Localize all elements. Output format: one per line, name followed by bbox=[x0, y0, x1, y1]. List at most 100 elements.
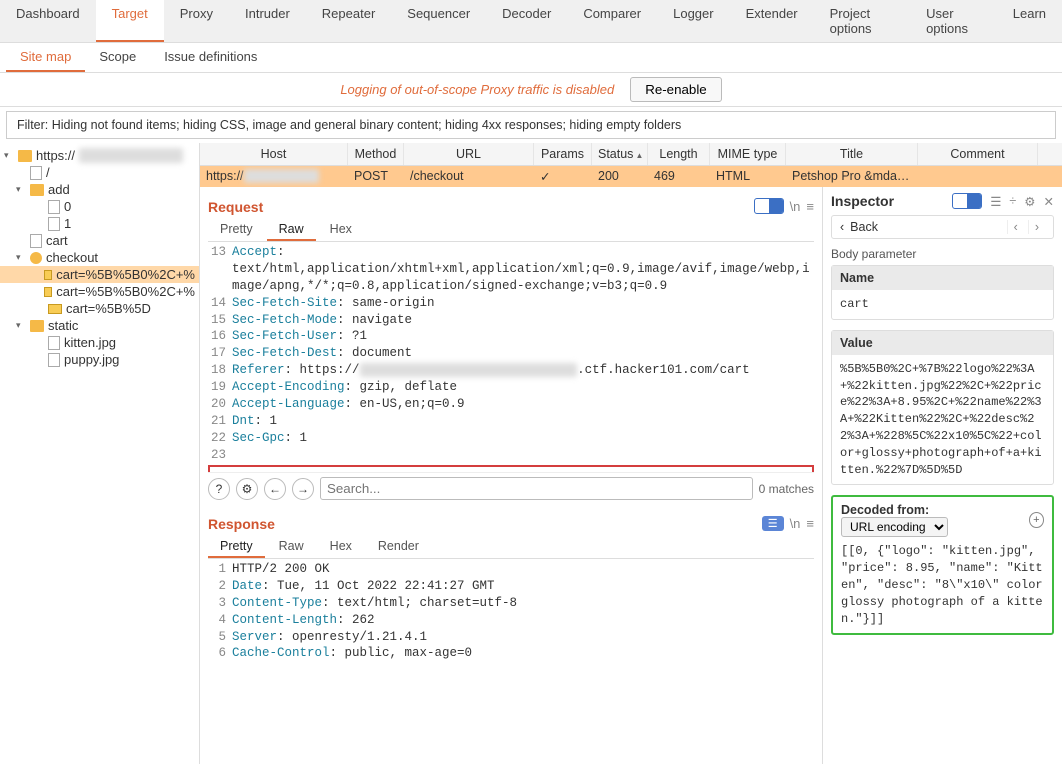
gear-icon[interactable]: ⚙ bbox=[236, 478, 258, 500]
sub-tab-issue-definitions[interactable]: Issue definitions bbox=[150, 43, 271, 72]
decoded-label: Decoded from: bbox=[841, 503, 929, 517]
main-tab-target[interactable]: Target bbox=[96, 0, 164, 42]
filter-bar[interactable]: Filter: Hiding not found items; hiding C… bbox=[6, 111, 1056, 139]
mode-tab-pretty[interactable]: Pretty bbox=[208, 219, 265, 241]
main-tab-extender[interactable]: Extender bbox=[730, 0, 814, 42]
main-tab-comparer[interactable]: Comparer bbox=[567, 0, 657, 42]
mail-icon bbox=[48, 304, 62, 314]
value-value[interactable]: %5B%5B0%2C+%7B%22logo%22%3A+%22kitten.jp… bbox=[832, 355, 1053, 485]
main-tab-dashboard[interactable]: Dashboard bbox=[0, 0, 96, 42]
main-tab-learn[interactable]: Learn bbox=[997, 0, 1062, 42]
tree-node[interactable]: ▾ https://xxxxxxxxxxxxxxxx bbox=[0, 147, 199, 164]
col-header[interactable]: Status▲ bbox=[592, 143, 648, 165]
main-tab-sequencer[interactable]: Sequencer bbox=[391, 0, 486, 42]
mode-tab-raw[interactable]: Raw bbox=[267, 536, 316, 558]
sub-tab-bar: Site mapScopeIssue definitions bbox=[0, 43, 1062, 73]
col-header[interactable]: Host bbox=[200, 143, 348, 165]
value-header: Value bbox=[832, 331, 1053, 355]
pill-icon[interactable]: ☰ bbox=[762, 516, 784, 531]
mode-tab-pretty[interactable]: Pretty bbox=[208, 536, 265, 558]
main-tab-proxy[interactable]: Proxy bbox=[164, 0, 229, 42]
tree-node[interactable]: 1 bbox=[0, 215, 199, 232]
tree-node[interactable]: cart=%5B%5B0%2C+% bbox=[0, 283, 199, 300]
name-box: Name cart bbox=[831, 265, 1054, 320]
view-toggle[interactable] bbox=[754, 198, 784, 214]
tree-node[interactable]: cart bbox=[0, 232, 199, 249]
add-encoding-button[interactable]: + bbox=[1029, 512, 1044, 528]
wrap-icon[interactable]: ≡ bbox=[806, 199, 814, 214]
file-icon bbox=[48, 217, 60, 231]
prev-match-button[interactable]: ← bbox=[264, 478, 286, 500]
col-header[interactable]: Method bbox=[348, 143, 404, 165]
name-value[interactable]: cart bbox=[832, 290, 1053, 319]
filter-icon[interactable]: ☰ bbox=[990, 194, 1001, 209]
inspector-nav: ‹Back ‹ › bbox=[831, 215, 1054, 239]
mode-tab-raw[interactable]: Raw bbox=[267, 219, 316, 241]
mail-icon bbox=[44, 287, 53, 297]
newline-icon[interactable]: \n bbox=[790, 516, 801, 531]
tree-node[interactable]: 0 bbox=[0, 198, 199, 215]
newline-icon[interactable]: \n bbox=[790, 199, 801, 214]
site-map-tree: ▾ https://xxxxxxxxxxxxxxxx /▾ add 0 1 ca… bbox=[0, 143, 200, 764]
tree-node[interactable]: cart=%5B%5B0%2C+% bbox=[0, 266, 199, 283]
back-button[interactable]: ‹Back bbox=[840, 220, 878, 234]
cell: /checkout bbox=[404, 166, 534, 187]
inspector-view-toggle[interactable] bbox=[952, 193, 982, 209]
cell bbox=[918, 166, 1038, 187]
highlighted-param[interactable]: 24cart=%5B%5B0%2C+%7B%22logo%22%3A+%22ki… bbox=[208, 465, 814, 472]
folder-icon bbox=[30, 320, 44, 332]
request-editor[interactable]: 13Accept:text/html,application/xhtml+xml… bbox=[208, 242, 814, 472]
divide-icon[interactable]: ÷ bbox=[1009, 194, 1016, 208]
wrap-icon[interactable]: ≡ bbox=[806, 516, 814, 531]
main-tab-project-options[interactable]: Project options bbox=[814, 0, 910, 42]
cell: Petshop Pro &mdash; Che... bbox=[786, 166, 918, 187]
main-tab-bar: DashboardTargetProxyIntruderRepeaterSequ… bbox=[0, 0, 1062, 43]
mail-icon bbox=[44, 270, 53, 280]
mode-tab-hex[interactable]: Hex bbox=[318, 219, 364, 241]
next-button[interactable]: › bbox=[1028, 220, 1045, 234]
main-tab-decoder[interactable]: Decoder bbox=[486, 0, 567, 42]
banner-text: Logging of out-of-scope Proxy traffic is… bbox=[340, 82, 614, 97]
mode-tab-hex[interactable]: Hex bbox=[318, 536, 364, 558]
reenable-button[interactable]: Re-enable bbox=[630, 77, 722, 102]
gear-icon bbox=[30, 252, 42, 264]
decoded-value[interactable]: [[0, {"logo": "kitten.jpg", "price": 8.9… bbox=[841, 543, 1044, 627]
prev-button[interactable]: ‹ bbox=[1007, 220, 1024, 234]
main-tab-logger[interactable]: Logger bbox=[657, 0, 729, 42]
inspector-panel: Inspector ☰ ÷ ⚙ ✕ ‹Back ‹› Body paramete… bbox=[822, 187, 1062, 764]
col-header[interactable]: Title bbox=[786, 143, 918, 165]
help-icon[interactable]: ? bbox=[208, 478, 230, 500]
request-mode-tabs: PrettyRawHex bbox=[208, 219, 814, 242]
main-tab-user-options[interactable]: User options bbox=[910, 0, 997, 42]
match-count: 0 matches bbox=[759, 482, 814, 496]
tree-node[interactable]: / bbox=[0, 164, 199, 181]
mode-tab-render[interactable]: Render bbox=[366, 536, 431, 558]
tree-node[interactable]: kitten.jpg bbox=[0, 334, 199, 351]
decoded-encoding-select[interactable]: URL encoding bbox=[841, 517, 948, 537]
col-header[interactable]: Comment bbox=[918, 143, 1038, 165]
tree-node[interactable]: ▾ add bbox=[0, 181, 199, 198]
col-header[interactable]: Params bbox=[534, 143, 592, 165]
sub-tab-scope[interactable]: Scope bbox=[85, 43, 150, 72]
col-header[interactable]: Length bbox=[648, 143, 710, 165]
sub-tab-site-map[interactable]: Site map bbox=[6, 43, 85, 72]
response-viewer[interactable]: 1HTTP/2 200 OK2Date: Tue, 11 Oct 2022 22… bbox=[208, 559, 814, 679]
body-parameter-label: Body parameter bbox=[831, 247, 1054, 261]
gear-icon[interactable]: ⚙ bbox=[1024, 194, 1035, 209]
tree-node[interactable]: ▾ checkout bbox=[0, 249, 199, 266]
tree-node[interactable]: ▾ static bbox=[0, 317, 199, 334]
cell: POST bbox=[348, 166, 404, 187]
main-tab-repeater[interactable]: Repeater bbox=[306, 0, 391, 42]
main-tab-intruder[interactable]: Intruder bbox=[229, 0, 306, 42]
next-match-button[interactable]: → bbox=[292, 478, 314, 500]
request-table-row[interactable]: https://xxxxxxxxxxxxPOST/checkout✓200469… bbox=[200, 166, 1062, 187]
folder-icon bbox=[18, 150, 32, 162]
search-input[interactable] bbox=[320, 477, 753, 500]
tree-node[interactable]: puppy.jpg bbox=[0, 351, 199, 368]
col-header[interactable]: URL bbox=[404, 143, 534, 165]
file-icon bbox=[48, 353, 60, 367]
col-header[interactable]: MIME type bbox=[710, 143, 786, 165]
tree-node[interactable]: cart=%5B%5D bbox=[0, 300, 199, 317]
folder-icon bbox=[30, 184, 44, 196]
close-icon[interactable]: ✕ bbox=[1044, 194, 1054, 209]
